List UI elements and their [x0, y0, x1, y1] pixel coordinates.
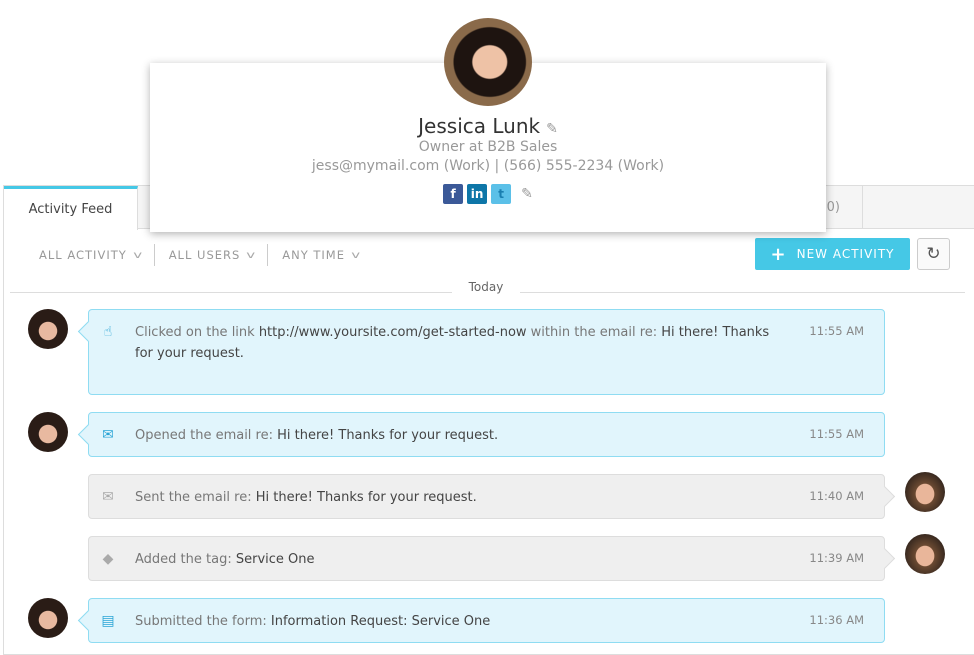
activity-item[interactable]: ✉ Opened the email re: Hi there! Thanks f…	[88, 412, 885, 457]
twitter-icon[interactable]: t	[491, 184, 512, 204]
user-avatar	[905, 472, 945, 512]
linkedin-icon[interactable]: in	[467, 184, 488, 204]
activity-prefix: Clicked on the link	[135, 325, 259, 340]
contact-role: Owner at B2B Sales	[418, 139, 558, 155]
plus-icon: +	[770, 243, 787, 265]
contact-name-row: Jessica Lunk ✎	[150, 114, 826, 138]
activity-text: Sent the email re: Hi there! Thanks for …	[135, 487, 775, 508]
activity-prefix: Opened the email re:	[135, 428, 278, 443]
filter-time[interactable]: ANY TIME v	[282, 248, 372, 262]
tab-activity-feed[interactable]: Activity Feed	[4, 186, 138, 230]
activity-prefix: Submitted the form:	[135, 614, 271, 629]
chevron-down-icon: v	[133, 249, 144, 261]
contact-email[interactable]: jess@mymail.com (Work)	[312, 158, 490, 174]
refresh-button[interactable]: ↻	[917, 238, 950, 270]
activity-text: Clicked on the link http://www.yoursite.…	[135, 322, 775, 364]
contact-avatar-small	[28, 309, 68, 349]
activity-text: Submitted the form: Information Request:…	[135, 611, 775, 632]
contact-avatar	[444, 18, 532, 106]
new-activity-button[interactable]: + NEW ACTIVITY	[755, 238, 910, 270]
edit-pencil-icon[interactable]: ✎	[546, 121, 558, 137]
filter-label: ANY TIME	[282, 248, 345, 262]
activity-time: 11:55 AM	[809, 324, 864, 338]
divider	[267, 244, 269, 266]
activity-time: 11:39 AM	[809, 551, 864, 565]
social-links: f in t ✎	[150, 184, 826, 204]
pointer-hand-icon: ☝	[103, 324, 113, 340]
form-icon: ▤	[101, 613, 115, 629]
activity-item[interactable]: ☝ Clicked on the link http://www.yoursite…	[88, 309, 885, 395]
chevron-down-icon: v	[351, 249, 362, 261]
contact-phone[interactable]: (566) 555-2234 (Work)	[504, 158, 664, 174]
date-divider: Today	[452, 280, 520, 294]
filter-label: ALL ACTIVITY	[39, 248, 127, 262]
activity-highlight: Information Request: Service One	[270, 614, 491, 629]
activity-text: Opened the email re: Hi there! Thanks fo…	[135, 425, 775, 446]
contact-avatar-small	[28, 412, 68, 452]
user-avatar	[905, 534, 945, 574]
activity-highlight: http://www.yoursite.com/get-started-now	[258, 325, 527, 340]
activity-mid: within the email re:	[526, 325, 662, 340]
contact-avatar-small	[28, 598, 68, 638]
activity-item[interactable]: ◆ Added the tag: Service One 11:39 AM	[88, 536, 885, 581]
activity-prefix: Added the tag:	[135, 552, 236, 567]
activity-time: 11:40 AM	[809, 489, 864, 503]
activity-time: 11:55 AM	[809, 427, 864, 441]
tag-icon: ◆	[102, 551, 114, 567]
filter-label: ALL USERS	[168, 248, 241, 262]
filter-bar: ALL ACTIVITY v ALL USERS v ANY TIME v	[39, 244, 372, 266]
new-activity-label: NEW ACTIVITY	[796, 247, 895, 261]
contact-info: jess@mymail.com (Work) | (566) 555-2234 …	[311, 158, 665, 174]
activity-highlight: Hi there! Thanks for your request.	[277, 428, 499, 443]
filter-activity[interactable]: ALL ACTIVITY v	[39, 248, 154, 262]
filter-users[interactable]: ALL USERS v	[169, 248, 268, 262]
activity-text: Added the tag: Service One	[135, 549, 775, 570]
divider	[153, 244, 155, 266]
facebook-icon[interactable]: f	[443, 184, 464, 204]
activity-item[interactable]: ✉ Sent the email re: Hi there! Thanks for…	[88, 474, 885, 519]
envelope-icon: ✉	[102, 489, 114, 505]
envelope-icon: ✉	[102, 427, 114, 443]
activity-item[interactable]: ▤ Submitted the form: Information Request…	[88, 598, 885, 643]
activity-highlight: Service One	[235, 552, 315, 567]
edit-social-pencil-icon[interactable]: ✎	[521, 186, 533, 202]
activity-highlight: Hi there! Thanks for your request.	[255, 490, 477, 505]
refresh-icon: ↻	[926, 244, 941, 264]
contact-name: Jessica Lunk	[418, 114, 541, 138]
activity-time: 11:36 AM	[809, 613, 864, 627]
activity-prefix: Sent the email re:	[135, 490, 256, 505]
chevron-down-icon: v	[246, 249, 257, 261]
